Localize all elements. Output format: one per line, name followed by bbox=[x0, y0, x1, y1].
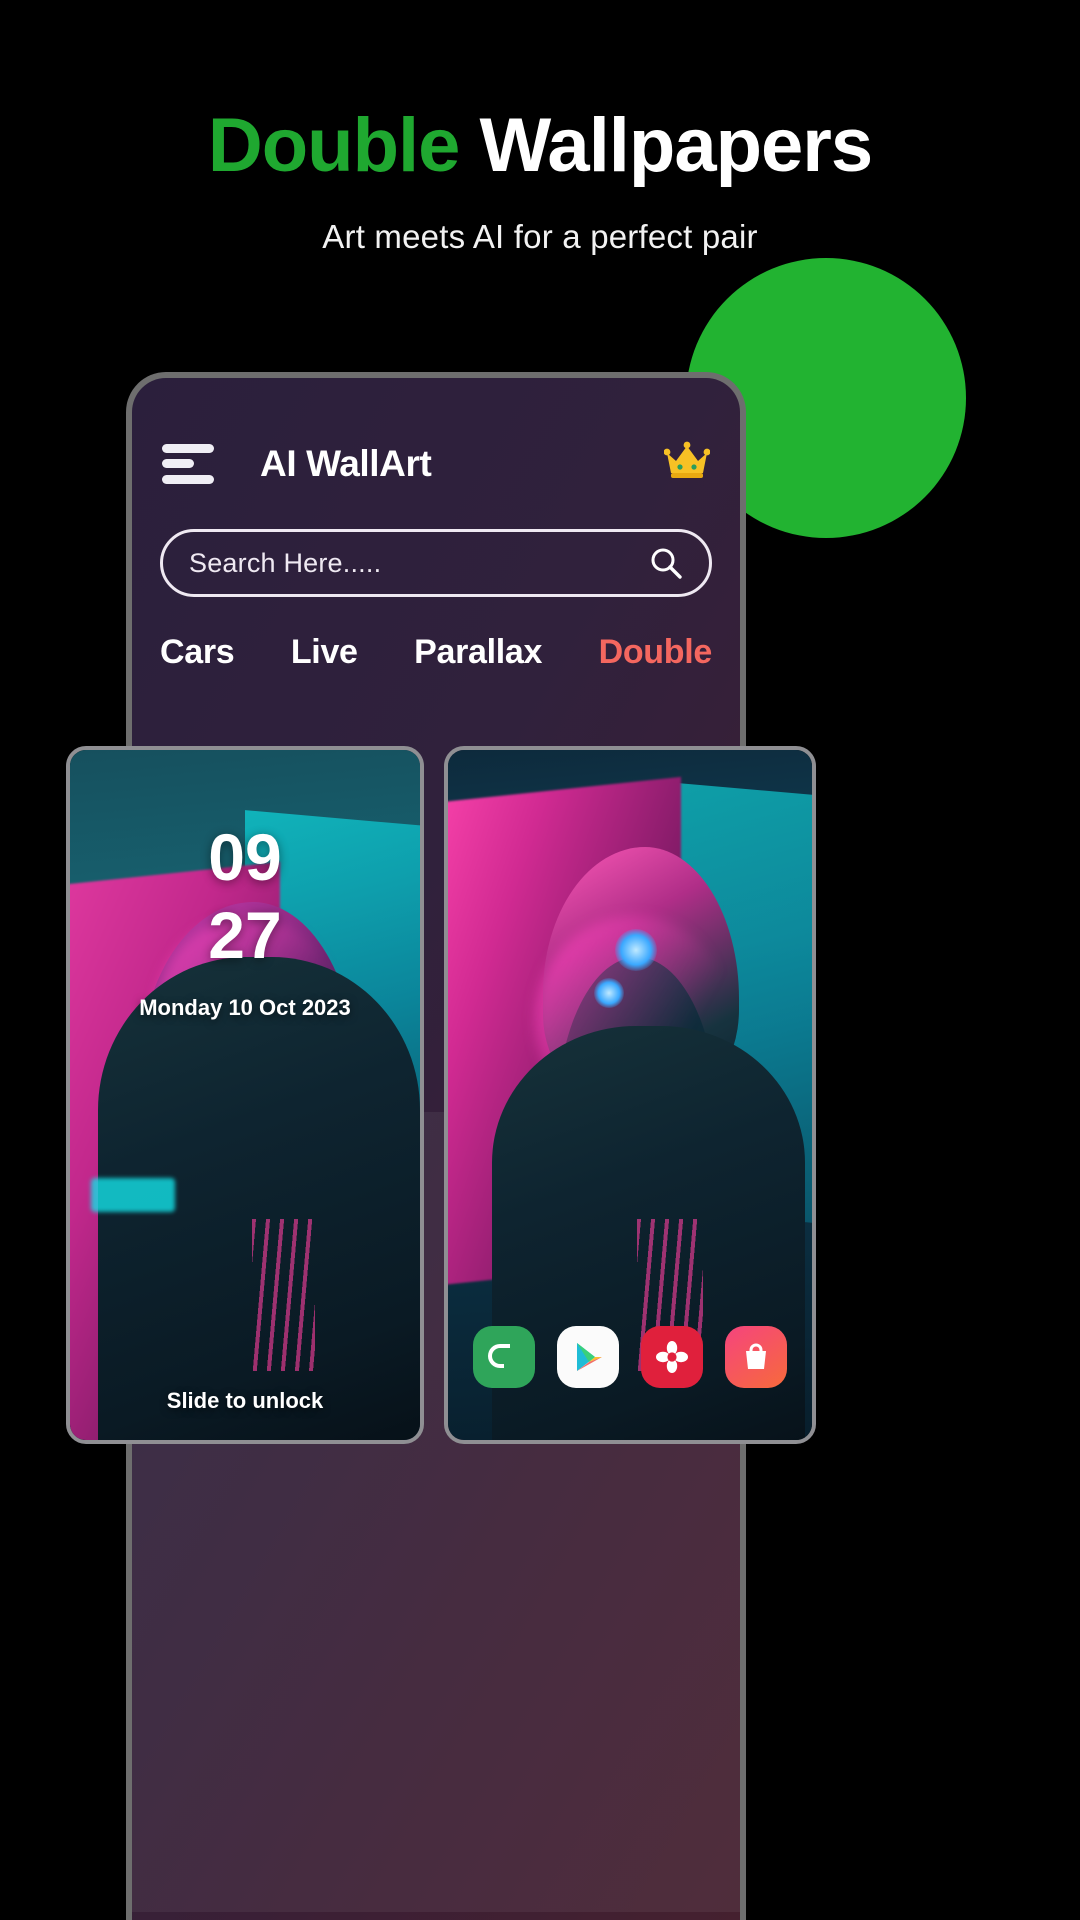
page-title-rest: Wallpapers bbox=[479, 103, 874, 188]
tab-live[interactable]: Live bbox=[291, 633, 358, 672]
search-icon[interactable] bbox=[649, 546, 683, 580]
hamburger-bar-3 bbox=[162, 474, 214, 484]
page-title-accent: Double bbox=[207, 103, 461, 188]
lockscreen-date: Monday 10 Oct 2023 bbox=[139, 994, 351, 1020]
hamburger-icon[interactable] bbox=[162, 443, 214, 484]
homescreen-preview-card[interactable] bbox=[444, 746, 816, 1444]
tab-parallax[interactable]: Parallax bbox=[414, 633, 542, 672]
page-title: Double Wallpapers bbox=[0, 108, 1080, 184]
play-store-app-icon[interactable] bbox=[557, 1326, 619, 1388]
category-tabs: Cars Live Parallax Double bbox=[160, 633, 712, 672]
crown-icon[interactable] bbox=[663, 440, 711, 487]
tab-double[interactable]: Double bbox=[599, 633, 713, 672]
clock-hours: 09 bbox=[208, 820, 282, 894]
search-placeholder: Search Here..... bbox=[189, 547, 382, 578]
clock-minutes: 27 bbox=[208, 897, 282, 972]
phone-app-icon[interactable] bbox=[473, 1326, 535, 1388]
promo-header: Double Wallpapers Art meets AI for a per… bbox=[0, 0, 1080, 300]
slide-to-unlock-hint: Slide to unlock bbox=[166, 1388, 324, 1413]
lockscreen-clock: 09 27 bbox=[70, 819, 420, 975]
app-title: AI WallArt bbox=[260, 442, 432, 484]
hamburger-bar-1 bbox=[162, 443, 214, 453]
search-input[interactable]: Search Here..... bbox=[160, 529, 712, 597]
lockscreen-overlay: 09 27 Monday 10 Oct 2023 Slide to unlock bbox=[70, 750, 420, 1440]
hamburger-bar-2 bbox=[162, 459, 194, 468]
tab-cars[interactable]: Cars bbox=[160, 633, 235, 672]
lockscreen-preview-card[interactable]: 09 27 Monday 10 Oct 2023 Slide to unlock bbox=[66, 746, 424, 1444]
app-header: AI WallArt bbox=[132, 378, 740, 487]
page-subtitle: Art meets AI for a perfect pair bbox=[322, 218, 758, 255]
photos-app-icon[interactable] bbox=[641, 1326, 703, 1388]
homescreen-dock bbox=[448, 1326, 812, 1388]
shop-app-icon[interactable] bbox=[725, 1326, 787, 1388]
